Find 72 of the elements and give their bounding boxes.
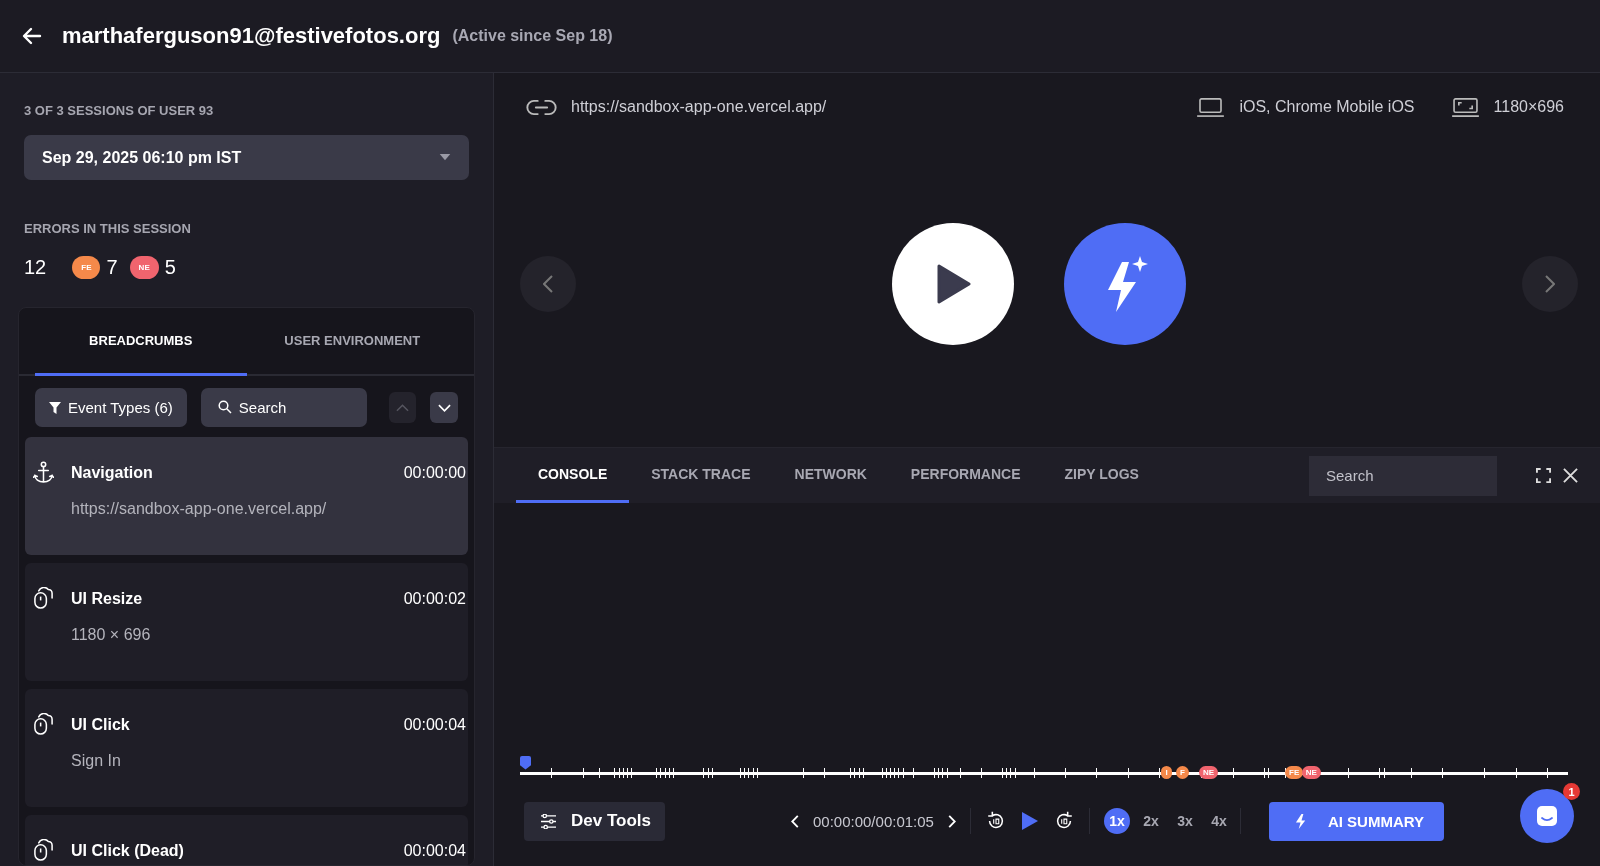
breadcrumb-time: 00:00:02 (403, 589, 466, 608)
speed-option[interactable]: 3x (1171, 808, 1198, 834)
fullscreen-icon[interactable] (1536, 468, 1551, 483)
breadcrumb-detail: Sign In (71, 752, 122, 770)
mouse-click-icon (33, 839, 54, 862)
panel-tab[interactable]: BREADCRUMBS (35, 308, 247, 376)
devtools-tab[interactable]: NETWORK (772, 448, 889, 503)
laptop-icon (1196, 96, 1226, 118)
error-count: 5 (164, 255, 176, 279)
breadcrumb-time: 00:00:04 (403, 715, 466, 734)
breadcrumb-item[interactable]: UI Resize 00:00:02 1180 × 696 (25, 563, 468, 681)
mouse-click-icon (33, 587, 54, 610)
error-type-badge: FE (72, 255, 101, 279)
chevron-left-icon[interactable] (791, 814, 799, 828)
section-label: 3 OF 3 SESSIONS OF USER 93 (23, 103, 215, 118)
chevron-left-icon (543, 275, 553, 293)
user-email: marthaferguson91@festivefotos.org (62, 23, 441, 49)
section-label: ERRORS IN THIS SESSION (23, 221, 192, 236)
device-info: iOS, Chrome Mobile iOS (1239, 98, 1415, 116)
playback-time: 00:00:00/00:01:05 (813, 812, 934, 830)
devtools-tab[interactable]: ZIPY LOGS (1042, 448, 1161, 503)
resolution-info: 1180×696 (1493, 98, 1564, 116)
error-type-badge: NE (129, 255, 159, 279)
timeline-track[interactable] (520, 771, 1568, 775)
speed-option[interactable]: 2x (1137, 808, 1164, 834)
chevron-right-icon[interactable] (947, 814, 956, 828)
search-icon (217, 400, 232, 414)
speed-option[interactable]: 1x (1103, 808, 1130, 834)
console-search-field[interactable]: Search (1309, 455, 1497, 496)
panel-tab[interactable]: USER ENVIRONMENT (246, 308, 458, 376)
sliders-icon (540, 813, 557, 829)
play-icon (937, 264, 971, 304)
breadcrumb-time: 00:00:00 (403, 463, 466, 482)
playhead[interactable] (520, 755, 531, 770)
breadcrumb-time: 00:00:04 (403, 841, 466, 860)
chevron-up-icon (396, 403, 410, 412)
devtools-tab[interactable]: PERFORMANCE (888, 448, 1043, 503)
event-types-button[interactable]: Event Types (6) (35, 388, 187, 427)
breadcrumb-item[interactable]: UI Click (Dead) 00:00:04 (25, 815, 468, 865)
breadcrumb-title: UI Resize (71, 589, 144, 608)
mouse-click-icon (33, 713, 54, 736)
breadcrumb-item[interactable]: Navigation 00:00:00 https://sandbox-app-one.vercel.app/ (25, 437, 468, 555)
ai-summary-button[interactable]: AI SUMMARY (1268, 801, 1445, 841)
dev-tools-button[interactable]: Dev Tools (524, 801, 665, 841)
breadcrumb-title: Navigation (71, 463, 154, 482)
close-icon[interactable] (1563, 468, 1578, 483)
breadcrumb-detail: 1180 × 696 (71, 626, 152, 644)
breadcrumb-detail: https://sandbox-app-one.vercel.app/ (71, 500, 328, 518)
next-button[interactable] (430, 392, 458, 423)
page-url: https://sandbox-app-one.vercel.app/ (571, 98, 827, 116)
anchor-icon (33, 461, 54, 484)
breadcrumb-title: UI Click (Dead) (71, 841, 185, 860)
error-count: 7 (106, 255, 118, 279)
notification-badge: 1 (1563, 783, 1580, 800)
devtools-tab[interactable]: CONSOLE (516, 448, 630, 503)
breadcrumb-item[interactable]: UI Click 00:00:04 Sign In (25, 689, 468, 807)
error-total: 12 (24, 255, 47, 279)
search-field[interactable]: Search (200, 388, 367, 427)
speed-option[interactable]: 4x (1205, 808, 1232, 834)
chevron-right-icon (1545, 275, 1555, 293)
breadcrumb-title: UI Click (71, 715, 131, 734)
caret-icon (439, 154, 451, 161)
chat-icon (1535, 804, 1559, 828)
screen-resize-icon (1450, 96, 1480, 118)
session-dropdown[interactable]: Sep 29, 2025 06:10 pm IST (24, 135, 469, 180)
chevron-down-icon (437, 403, 451, 412)
chat-button[interactable] (1520, 789, 1574, 843)
play-icon[interactable] (1020, 811, 1039, 831)
devtools-tab[interactable]: STACK TRACE (629, 448, 773, 503)
link-icon (526, 98, 557, 116)
filter-icon (49, 401, 61, 414)
active-since-text: (Active since Sep 18) (452, 27, 613, 45)
